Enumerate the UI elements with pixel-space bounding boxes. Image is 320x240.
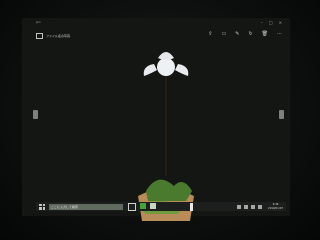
taskbar: ここに入力して検索 9:46 2019/01/07 <box>36 202 286 211</box>
desktop-screen: Jan – □ × ファイル名の写真 ⇪ ▭ ✎ ↻ 🗑 ⋯ ここに入力して検索… <box>0 0 320 240</box>
taskbar-clock[interactable]: 9:46 2019/01/07 <box>268 203 283 209</box>
delete-icon[interactable]: 🗑 <box>262 31 268 37</box>
window-controls: – □ × <box>261 20 282 25</box>
photo-toolbar: ⇪ ▭ ✎ ↻ 🗑 ⋯ <box>208 31 282 37</box>
previous-photo-button[interactable] <box>33 110 38 119</box>
task-view-icon[interactable] <box>128 202 136 211</box>
next-photo-button[interactable] <box>279 110 284 119</box>
page-title: ファイル名の写真 <box>46 33 71 38</box>
orchid-lip <box>157 58 175 76</box>
network-icon[interactable] <box>244 204 249 209</box>
orchid-photo <box>138 52 194 221</box>
start-button[interactable] <box>39 203 45 210</box>
system-tray: 9:46 2019/01/07 <box>237 203 283 210</box>
photos-window: Jan – □ × ファイル名の写真 ⇪ ▭ ✎ ↻ 🗑 ⋯ <box>22 18 290 221</box>
orchid-dorsal-sepal <box>158 52 174 60</box>
chevron-up-icon[interactable] <box>237 204 242 209</box>
maximize-button[interactable]: □ <box>269 20 273 25</box>
volume-icon[interactable] <box>251 204 256 209</box>
more-icon[interactable]: ⋯ <box>277 31 282 37</box>
window-corner-label: Jan <box>36 20 41 24</box>
share-icon[interactable]: ⇪ <box>208 31 212 37</box>
orchid-left-petal <box>143 64 157 76</box>
rotate-icon[interactable]: ↻ <box>248 31 252 37</box>
text-cursor <box>190 202 193 211</box>
keyboard-icon[interactable] <box>258 204 263 209</box>
edit-icon[interactable]: ✎ <box>235 31 239 37</box>
search-input[interactable]: ここに入力して検索 <box>51 205 78 209</box>
slideshow-icon[interactable]: ▭ <box>222 31 227 37</box>
close-button[interactable]: × <box>279 20 282 25</box>
store-icon[interactable] <box>140 202 146 209</box>
photo-icon <box>36 32 43 39</box>
minimize-button[interactable]: – <box>261 20 263 25</box>
orchid-right-petal <box>175 64 189 76</box>
leaves <box>146 179 192 201</box>
photos-app-icon[interactable] <box>150 202 156 209</box>
pinned-apps <box>128 202 156 211</box>
search-box[interactable]: ここに入力して検索 <box>49 203 123 210</box>
clock-date: 2019/01/07 <box>268 206 283 210</box>
